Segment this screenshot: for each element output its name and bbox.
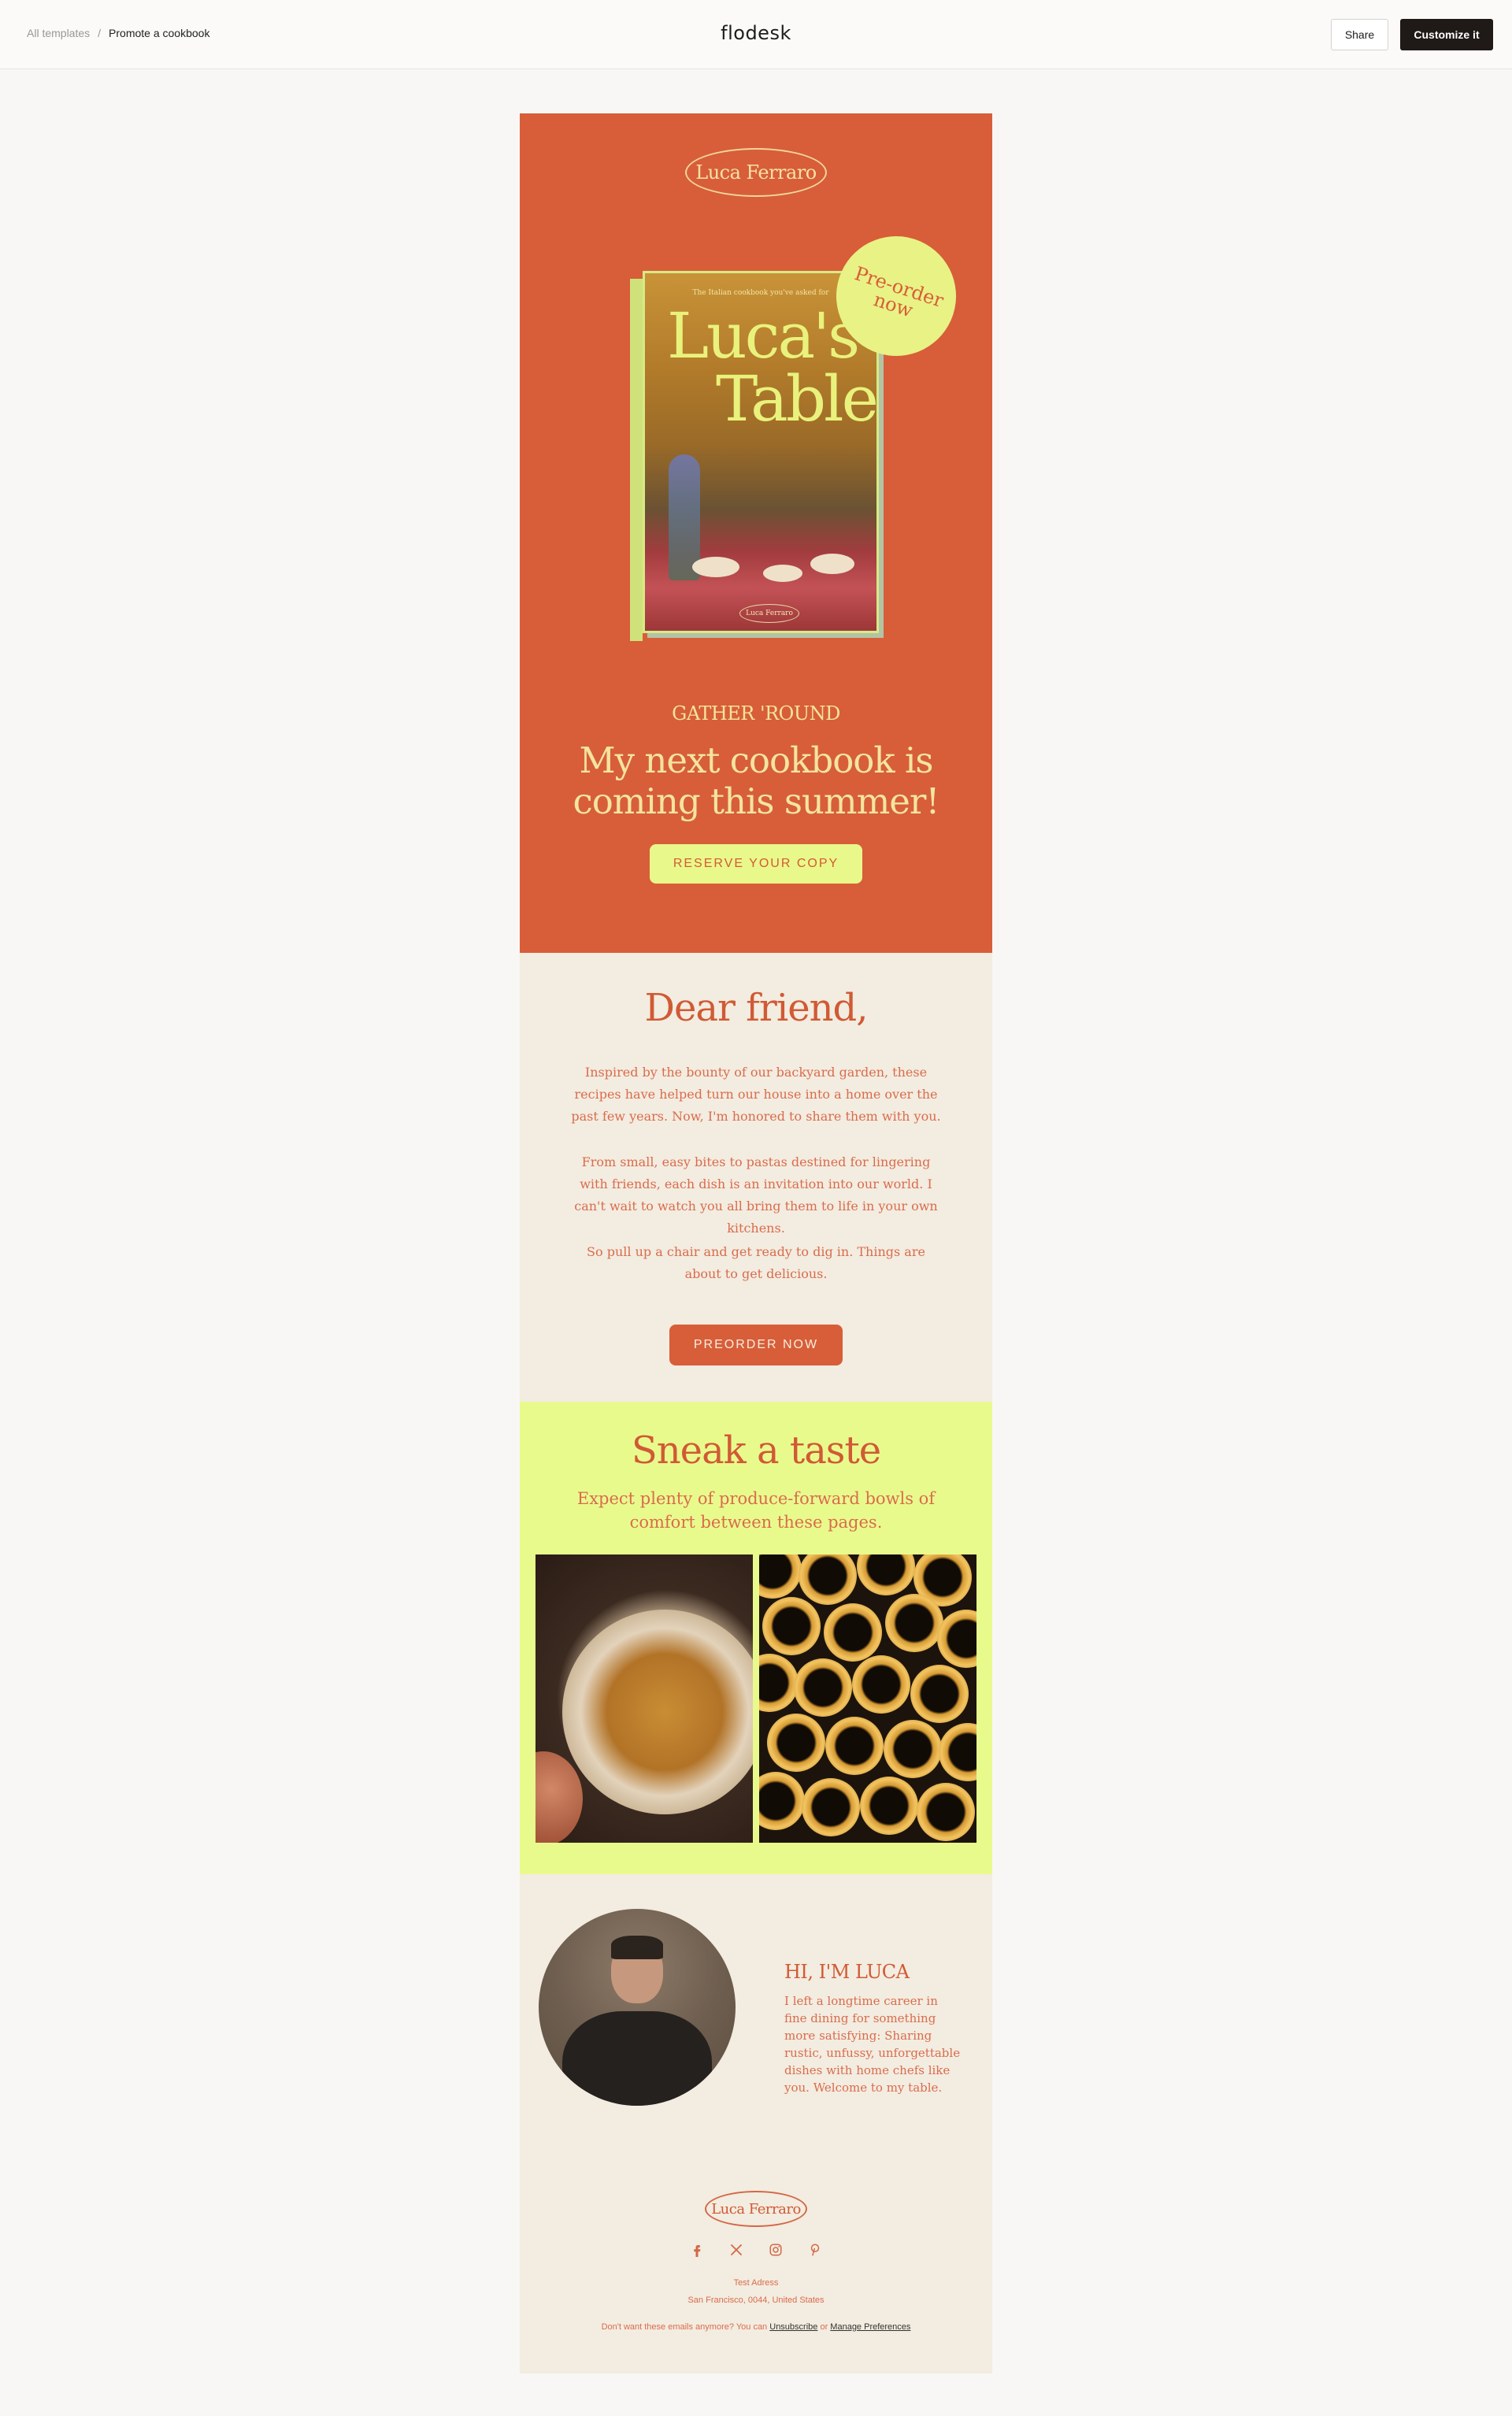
- plate: [763, 565, 802, 582]
- pasta-tube: [884, 1720, 942, 1778]
- book-spine: [630, 279, 643, 641]
- pasta-tube: [825, 1717, 884, 1775]
- breadcrumb-all-templates[interactable]: All templates: [27, 27, 90, 39]
- instagram-icon[interactable]: [764, 2238, 788, 2262]
- pasta-tube: [824, 1603, 882, 1662]
- pasta-tube: [939, 1723, 976, 1781]
- taste-subtitle: Expect plenty of produce-forward bowls o…: [576, 1489, 936, 1532]
- taste-title: Sneak a taste: [631, 1428, 881, 1473]
- address-line: San Francisco, 0044, United States: [687, 2296, 825, 2305]
- unsubscribe-or: or: [820, 2322, 828, 2332]
- pasta-tube: [794, 1658, 852, 1717]
- breadcrumb-current: Promote a cookbook: [109, 27, 210, 39]
- plate: [692, 557, 739, 577]
- letter-paragraph: So pull up a chair and get ready to dig …: [587, 1244, 925, 1281]
- letter-greeting: Dear friend,: [644, 986, 868, 1030]
- manage-preferences-link[interactable]: Manage Preferences: [830, 2322, 910, 2332]
- unsubscribe-prefix: Don't want these emails anymore? You can: [601, 2322, 768, 2332]
- facebook-icon[interactable]: [685, 2238, 709, 2262]
- letter-paragraph: Inspired by the bounty of our backyard g…: [571, 1065, 941, 1124]
- pasta-tube: [802, 1778, 860, 1836]
- pasta-tubes-photo: [759, 1554, 976, 1843]
- pasta-tube: [917, 1783, 975, 1841]
- preorder-now-button[interactable]: PREORDER NOW: [669, 1325, 843, 1365]
- share-button[interactable]: Share: [1331, 19, 1388, 50]
- pinterest-icon[interactable]: [803, 2238, 827, 2262]
- book-title: Luca's Table: [667, 305, 879, 435]
- hero-section: Luca Ferraro The Italian cookbook you've…: [520, 113, 992, 953]
- pasta-tube: [759, 1772, 805, 1830]
- hero-headline: My next cookbook is coming this summer!: [573, 739, 940, 822]
- customize-button[interactable]: Customize it: [1400, 19, 1493, 50]
- about-section: HI, I'M LUCA I left a longtime career in…: [520, 1874, 992, 2373]
- letter-section: Dear friend, Inspired by the bounty of o…: [520, 953, 992, 1402]
- top-bar: All templates / Promote a cookbook flodesk…: [0, 0, 1512, 69]
- email-preview: Luca Ferraro The Italian cookbook you've…: [520, 113, 992, 2373]
- pasta-tube: [799, 1554, 857, 1605]
- breadcrumb: All templates / Promote a cookbook: [27, 27, 209, 39]
- clay-pot: [536, 1751, 583, 1843]
- brand-logo: flodesk: [721, 22, 791, 44]
- chef-portrait: [539, 1909, 736, 2106]
- unsubscribe-text: Don't want these emails anymore? You can…: [520, 2322, 992, 2332]
- footer-address: Test Adress San Francisco, 0044, United …: [520, 2274, 992, 2309]
- book-title-line2: Table: [716, 362, 879, 435]
- portrait-body: [562, 2011, 712, 2106]
- book-author: Luca Ferraro: [739, 604, 799, 623]
- social-links: [685, 2238, 827, 2262]
- x-icon[interactable]: [724, 2238, 748, 2262]
- pasta-tube: [910, 1665, 969, 1723]
- unsubscribe-link[interactable]: Unsubscribe: [769, 2322, 817, 2332]
- pasta-tube: [852, 1655, 910, 1714]
- taste-section: Sneak a taste Expect plenty of produce-f…: [520, 1402, 992, 1874]
- ravioli-bowl: [562, 1610, 753, 1814]
- about-bio: I left a longtime career in fine dining …: [784, 1994, 961, 2095]
- plate: [810, 554, 854, 574]
- address-line: Test Adress: [733, 2278, 779, 2288]
- letter-paragraph: From small, easy bites to pastas destine…: [574, 1154, 938, 1236]
- about-heading: HI, I'M LUCA: [784, 1961, 910, 1983]
- pasta-tube: [762, 1597, 821, 1655]
- ravioli-photo: [536, 1554, 753, 1843]
- hero-eyebrow: GATHER 'ROUND: [672, 702, 840, 724]
- pasta-tube: [759, 1554, 802, 1599]
- pasta-tube: [885, 1594, 943, 1652]
- pasta-tube: [860, 1777, 918, 1835]
- pasta-tube: [759, 1654, 799, 1712]
- pasta-tube: [767, 1714, 825, 1772]
- pasta-tube: [857, 1554, 915, 1595]
- book-cover: The Italian cookbook you've asked for Lu…: [643, 271, 879, 633]
- book-image: The Italian cookbook you've asked for Lu…: [630, 271, 882, 641]
- portrait-hair: [611, 1936, 663, 1959]
- footer-logo: Luca Ferraro: [705, 2191, 807, 2227]
- breadcrumb-separator: /: [98, 27, 102, 39]
- reserve-copy-button[interactable]: RESERVE YOUR COPY: [650, 844, 862, 884]
- logo-oval: Luca Ferraro: [685, 148, 827, 197]
